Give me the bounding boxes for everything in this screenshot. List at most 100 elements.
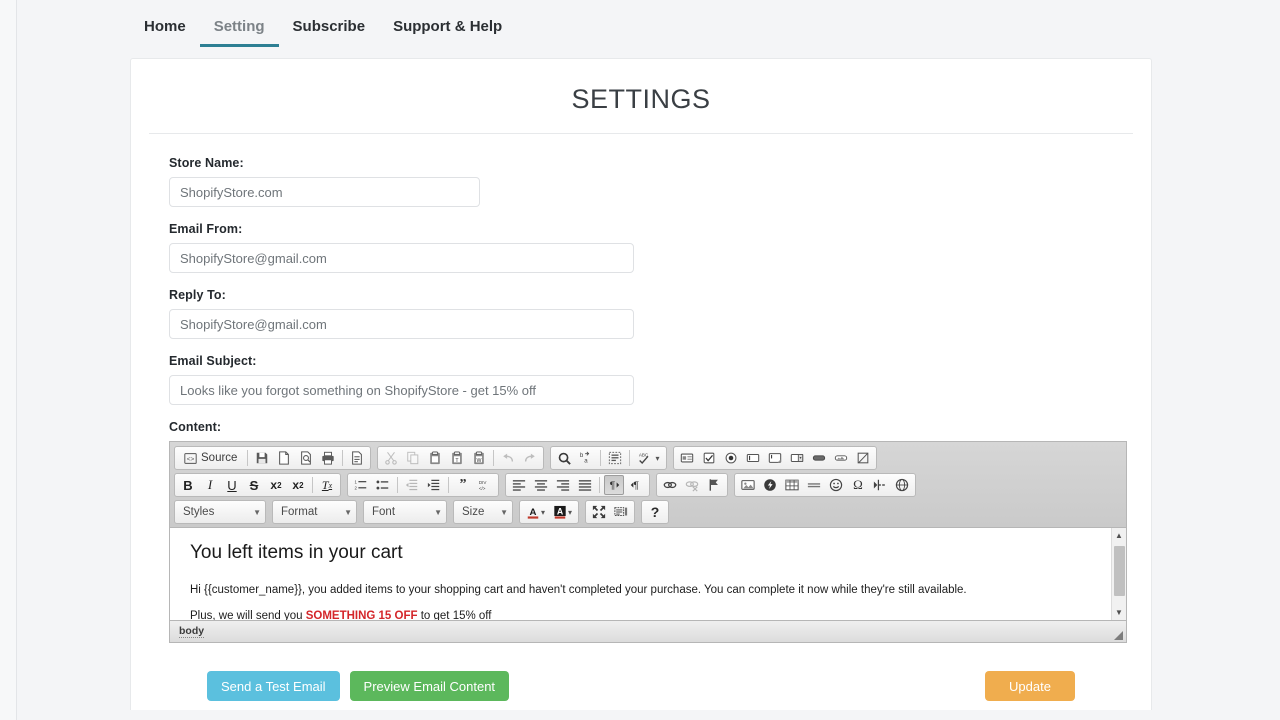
styles-dropdown-label: Styles bbox=[183, 506, 215, 518]
find-button[interactable] bbox=[554, 448, 574, 468]
special-character-icon[interactable]: Ω bbox=[848, 475, 868, 495]
page-break-icon[interactable] bbox=[870, 475, 890, 495]
nav-item-home[interactable]: Home bbox=[130, 0, 200, 47]
iframe-icon[interactable] bbox=[892, 475, 912, 495]
blockquote-button[interactable]: ” bbox=[453, 475, 473, 495]
flash-icon[interactable] bbox=[760, 475, 780, 495]
toolbar-group-document: <> Source bbox=[174, 446, 372, 470]
spell-check-button[interactable]: ABC ▾ bbox=[634, 448, 663, 468]
editor-document[interactable]: You left items in your cart Hi {{custome… bbox=[170, 528, 1126, 620]
form-button-button[interactable] bbox=[809, 448, 829, 468]
print-button[interactable] bbox=[318, 448, 338, 468]
editor-scrollbar[interactable]: ▲ ▼ bbox=[1111, 528, 1126, 620]
smiley-icon[interactable] bbox=[826, 475, 846, 495]
hidden-field-button[interactable] bbox=[853, 448, 873, 468]
format-dropdown[interactable]: Format ▼ bbox=[272, 500, 357, 524]
background-color-button[interactable]: A ▾ bbox=[550, 502, 575, 522]
undo-button[interactable] bbox=[498, 448, 518, 468]
underline-button[interactable]: U bbox=[222, 475, 242, 495]
paste-text-button[interactable]: T bbox=[447, 448, 467, 468]
element-path-body[interactable]: body bbox=[179, 625, 205, 638]
size-dropdown[interactable]: Size ▼ bbox=[453, 500, 513, 524]
select-all-button[interactable] bbox=[605, 448, 625, 468]
checkbox-button[interactable] bbox=[699, 448, 719, 468]
store-name-input[interactable] bbox=[169, 177, 480, 207]
preview-email-content-button[interactable]: Preview Email Content bbox=[349, 671, 510, 701]
subscript-button[interactable]: x2 bbox=[266, 475, 286, 495]
text-color-button[interactable]: A ▾ bbox=[523, 502, 548, 522]
nav-item-setting[interactable]: Setting bbox=[199, 0, 279, 47]
horizontal-rule-icon[interactable] bbox=[804, 475, 824, 495]
align-center-button[interactable] bbox=[531, 475, 551, 495]
image-icon[interactable] bbox=[738, 475, 758, 495]
email-paragraph-1[interactable]: Hi {{customer_name}}, you added items to… bbox=[190, 584, 1106, 596]
image-button-button[interactable] bbox=[831, 448, 851, 468]
templates-button[interactable] bbox=[347, 448, 367, 468]
paste-button[interactable] bbox=[425, 448, 445, 468]
scroll-up-icon[interactable]: ▲ bbox=[1112, 528, 1126, 543]
styles-dropdown[interactable]: Styles ▼ bbox=[174, 500, 266, 524]
bold-button[interactable]: B bbox=[178, 475, 198, 495]
reply-to-input[interactable] bbox=[169, 309, 634, 339]
action-buttons: Send a Test Email Preview Email Content … bbox=[169, 643, 1113, 701]
scrollbar-track[interactable] bbox=[1112, 543, 1126, 605]
outdent-button[interactable] bbox=[402, 475, 422, 495]
copy-button[interactable] bbox=[403, 448, 423, 468]
content-label: Content: bbox=[169, 420, 222, 434]
email-paragraph-2-suffix: to get 15% off bbox=[417, 610, 492, 620]
align-left-button[interactable] bbox=[509, 475, 529, 495]
source-button[interactable]: <> Source bbox=[178, 448, 243, 468]
paste-word-button[interactable]: W bbox=[469, 448, 489, 468]
div-container-button[interactable]: DIV </> bbox=[475, 475, 495, 495]
nav-item-subscribe[interactable]: Subscribe bbox=[279, 0, 380, 47]
italic-button[interactable]: I bbox=[200, 475, 220, 495]
text-field-button[interactable] bbox=[743, 448, 763, 468]
editor-content-area[interactable]: You left items in your cart Hi {{custome… bbox=[170, 528, 1126, 620]
superscript-button[interactable]: x2 bbox=[288, 475, 308, 495]
remove-format-button[interactable]: Tx bbox=[317, 475, 337, 495]
align-right-button[interactable] bbox=[553, 475, 573, 495]
textarea-button[interactable] bbox=[765, 448, 785, 468]
toolbar-separator bbox=[600, 450, 602, 466]
strikethrough-button[interactable]: S bbox=[244, 475, 264, 495]
nav-item-support-help[interactable]: Support & Help bbox=[379, 0, 516, 47]
update-button[interactable]: Update bbox=[985, 671, 1075, 701]
email-from-input[interactable] bbox=[169, 243, 634, 273]
text-direction-ltr-button[interactable]: ¶ bbox=[604, 475, 624, 495]
show-blocks-icon[interactable] bbox=[611, 502, 631, 522]
send-test-email-button[interactable]: Send a Test Email bbox=[207, 671, 340, 701]
bulleted-list-button[interactable] bbox=[373, 475, 393, 495]
anchor-button[interactable] bbox=[704, 475, 724, 495]
align-justify-button[interactable] bbox=[575, 475, 595, 495]
chevron-down-icon: ▼ bbox=[344, 507, 352, 517]
editor-resize-grip[interactable] bbox=[1114, 631, 1123, 640]
new-page-button[interactable] bbox=[274, 448, 294, 468]
form-button[interactable] bbox=[677, 448, 697, 468]
email-paragraph-2[interactable]: Plus, we will send you SOMETHING 15 OFF … bbox=[190, 610, 1106, 620]
cut-button[interactable] bbox=[381, 448, 401, 468]
font-dropdown[interactable]: Font ▼ bbox=[363, 500, 447, 524]
toolbar-group-basicstyles: B I U S x2 x2 Tx bbox=[174, 473, 341, 497]
numbered-list-button[interactable]: 12 bbox=[351, 475, 371, 495]
table-icon[interactable] bbox=[782, 475, 802, 495]
radio-button[interactable] bbox=[721, 448, 741, 468]
link-button[interactable] bbox=[660, 475, 680, 495]
replace-button[interactable]: ba bbox=[576, 448, 596, 468]
maximize-icon[interactable] bbox=[589, 502, 609, 522]
indent-button[interactable] bbox=[424, 475, 444, 495]
svg-text:<>: <> bbox=[187, 455, 195, 462]
select-field-button[interactable] bbox=[787, 448, 807, 468]
email-paragraph-2-prefix: Plus, we will send you bbox=[190, 610, 306, 620]
email-heading[interactable]: You left items in your cart bbox=[190, 542, 1106, 564]
preview-button[interactable] bbox=[296, 448, 316, 468]
text-direction-rtl-button[interactable]: ¶ bbox=[626, 475, 646, 495]
unlink-button[interactable] bbox=[682, 475, 702, 495]
email-subject-input[interactable] bbox=[169, 375, 634, 405]
redo-button[interactable] bbox=[520, 448, 540, 468]
about-button[interactable]: ? bbox=[645, 502, 665, 522]
scrollbar-thumb[interactable] bbox=[1114, 546, 1125, 596]
email-subject-label: Email Subject: bbox=[169, 354, 257, 368]
save-button[interactable] bbox=[252, 448, 272, 468]
toolbar-group-clipboard: T W bbox=[377, 446, 545, 470]
scroll-down-icon[interactable]: ▼ bbox=[1112, 605, 1126, 620]
